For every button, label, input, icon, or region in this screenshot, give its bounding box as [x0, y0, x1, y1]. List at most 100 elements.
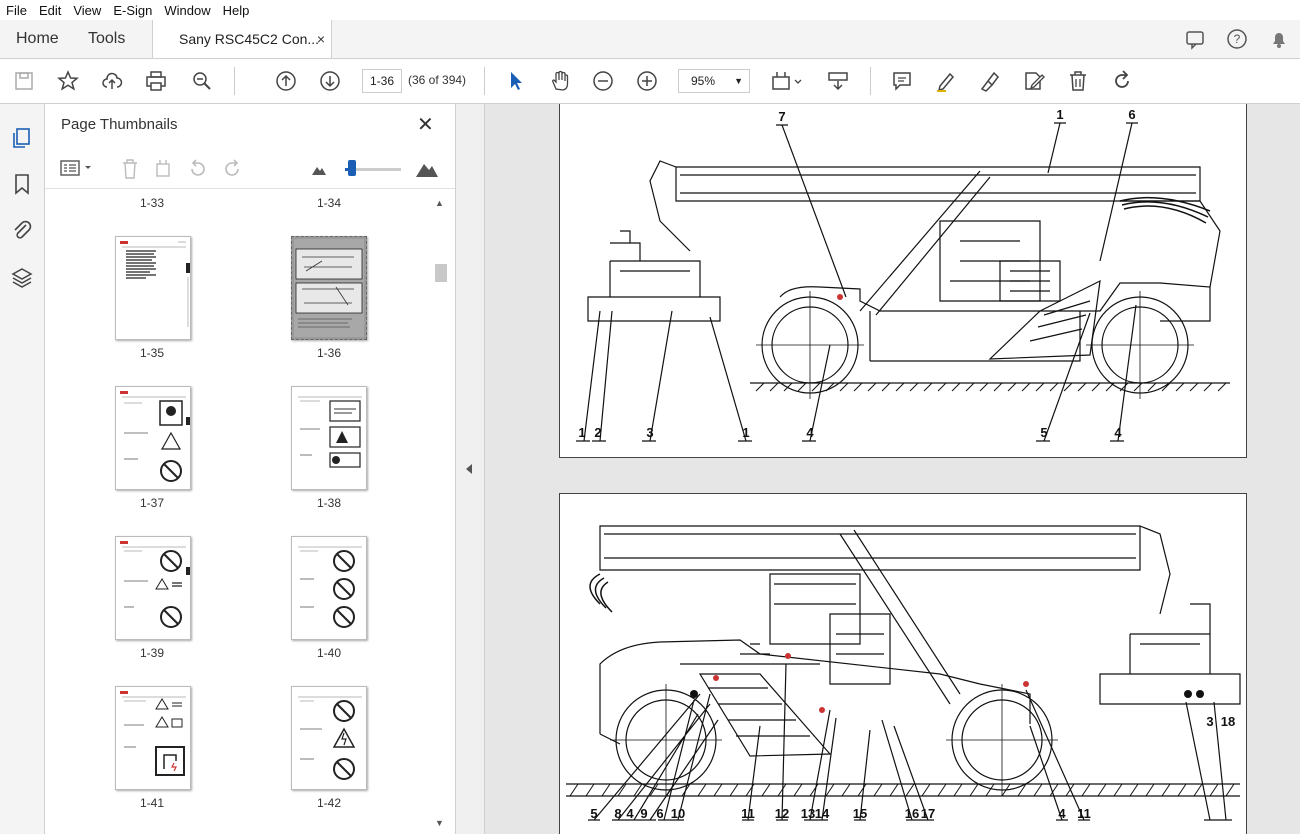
page-thumbnail-1-36-selected[interactable] [291, 236, 367, 340]
share-screen-icon[interactable] [1184, 28, 1206, 50]
page-number-input[interactable]: 1-36 [362, 69, 402, 93]
thumbnail-label: 1-33 [139, 196, 165, 210]
callout-label: 8 [614, 806, 621, 821]
previous-page-icon[interactable] [274, 69, 298, 93]
thumbnail-scrollbar[interactable]: ▲ ▼ [433, 196, 447, 832]
rotate-right-icon[interactable] [221, 158, 243, 180]
thumbnail-preview [298, 396, 362, 468]
callout-label: 3 [646, 425, 653, 440]
panel-title: Page Thumbnails [61, 116, 178, 133]
document-view[interactable]: 7 1 6 1 2 3 1 4 5 4 5 8 4 9 6 10 11 12 1… [485, 104, 1300, 834]
page-thumbnail-1-38[interactable] [291, 386, 367, 490]
callout-label: 16 [905, 806, 919, 821]
highlight-pen-icon[interactable] [934, 69, 958, 93]
thumbnail-size-slider-handle[interactable] [348, 160, 356, 176]
attachments-paperclip-icon[interactable] [10, 218, 34, 242]
upload-cloud-icon[interactable] [100, 69, 124, 93]
thumbnail-tools [45, 148, 455, 189]
callout-label: 4 [806, 425, 814, 440]
comment-icon[interactable] [890, 69, 914, 93]
callout-label: 4 [1058, 806, 1066, 821]
hand-tool-icon[interactable] [548, 69, 572, 93]
edit-text-icon[interactable] [1022, 69, 1046, 93]
callout-label: 1 [742, 425, 749, 440]
collapse-arrow-icon[interactable] [462, 462, 476, 476]
callout-label: 18 [1221, 714, 1235, 729]
large-thumbnail-mountain-icon[interactable] [415, 158, 439, 178]
callout-label: 15 [853, 806, 867, 821]
save-icon[interactable] [12, 69, 36, 93]
thumbnail-preview [294, 239, 364, 337]
callout-label: 1 [578, 425, 585, 440]
callout-label: 3 [1206, 714, 1213, 729]
tab-home[interactable]: Home [16, 20, 59, 58]
thumbnail-label: 1-38 [316, 496, 342, 510]
menu-view[interactable]: View [73, 3, 101, 18]
thumbnail-preview [120, 691, 186, 776]
extract-page-icon[interactable] [153, 158, 175, 180]
thumbnail-label: 1-36 [316, 346, 342, 360]
callout-label: 9 [640, 806, 647, 821]
page-fit-icon[interactable] [770, 69, 804, 93]
callout-label: 14 [815, 806, 830, 821]
tab-tools[interactable]: Tools [88, 20, 125, 58]
tab-document-title: Sany RSC45C2 Con... [179, 31, 320, 47]
page-thumbnails-icon[interactable] [10, 126, 34, 150]
small-thumbnail-mountain-icon[interactable] [311, 162, 327, 176]
scroll-mode-icon[interactable] [826, 69, 850, 93]
delete-trash-icon[interactable] [1066, 69, 1090, 93]
help-icon[interactable]: ? [1226, 28, 1248, 50]
menu-edit[interactable]: Edit [39, 3, 61, 18]
zoom-in-icon[interactable] [635, 69, 659, 93]
callout-label: 11 [741, 806, 755, 821]
page-thumbnail-1-39[interactable] [115, 536, 191, 640]
layers-icon[interactable] [10, 266, 34, 290]
select-cursor-icon[interactable] [504, 69, 528, 93]
left-navigation-rail [0, 104, 45, 834]
thumbnail-options-icon[interactable] [59, 158, 95, 178]
menu-window[interactable]: Window [164, 3, 210, 18]
rotate-left-icon[interactable] [187, 158, 209, 180]
next-page-icon[interactable] [318, 69, 342, 93]
zoom-search-icon[interactable] [190, 69, 214, 93]
scroll-up-icon[interactable]: ▲ [435, 198, 444, 208]
thumbnail-preview [298, 696, 362, 780]
thumbnail-preview [298, 546, 362, 628]
page-thumbnail-1-35[interactable] [115, 236, 191, 340]
callout-label: 2 [594, 425, 601, 440]
callout-label: 11 [1077, 806, 1091, 821]
page-thumbnail-1-37[interactable] [115, 386, 191, 490]
page-thumbnail-1-41[interactable] [115, 686, 191, 790]
thumbnail-label: 1-39 [139, 646, 165, 660]
zoom-level-select[interactable]: 95% ▼ [678, 69, 750, 93]
page-thumbnail-1-42[interactable] [291, 686, 367, 790]
menu-esign[interactable]: E-Sign [113, 3, 152, 18]
notifications-bell-icon[interactable] [1268, 28, 1290, 50]
scrollbar-thumb[interactable] [435, 264, 447, 282]
bookmarks-icon[interactable] [10, 172, 34, 196]
print-icon[interactable] [144, 69, 168, 93]
scroll-down-icon[interactable]: ▼ [435, 818, 444, 828]
page-count: (36 of 394) [408, 73, 467, 87]
tab-document[interactable]: Sany RSC45C2 Con... × [152, 20, 332, 58]
thumbnail-label: 1-34 [316, 196, 342, 210]
thumbnail-preview [120, 241, 190, 327]
menu-file[interactable]: File [6, 3, 27, 18]
page-thumbnail-1-40[interactable] [291, 536, 367, 640]
panel-collapse-handle[interactable] [456, 104, 485, 834]
panel-close-button[interactable]: ✕ [417, 112, 434, 137]
tab-close-button[interactable]: × [317, 20, 325, 58]
document-page-bottom: 5 8 4 9 6 10 11 12 13 14 15 16 17 4 11 3… [559, 493, 1247, 834]
main-toolbar: 1-36 (36 of 394) 95% ▼ [0, 59, 1300, 104]
toolbar-divider [234, 67, 235, 95]
redo-rotate-icon[interactable] [1110, 69, 1134, 93]
callout-label: 6 [1128, 107, 1135, 122]
menu-help[interactable]: Help [223, 3, 250, 18]
callout-label: 10 [671, 806, 685, 821]
bookmark-star-icon[interactable] [56, 69, 80, 93]
callout-label: 12 [775, 806, 789, 821]
delete-page-icon[interactable] [119, 158, 141, 180]
menu-bar: File Edit View E-Sign Window Help [0, 0, 1300, 20]
zoom-out-icon[interactable] [591, 69, 615, 93]
draw-signature-icon[interactable] [978, 69, 1002, 93]
